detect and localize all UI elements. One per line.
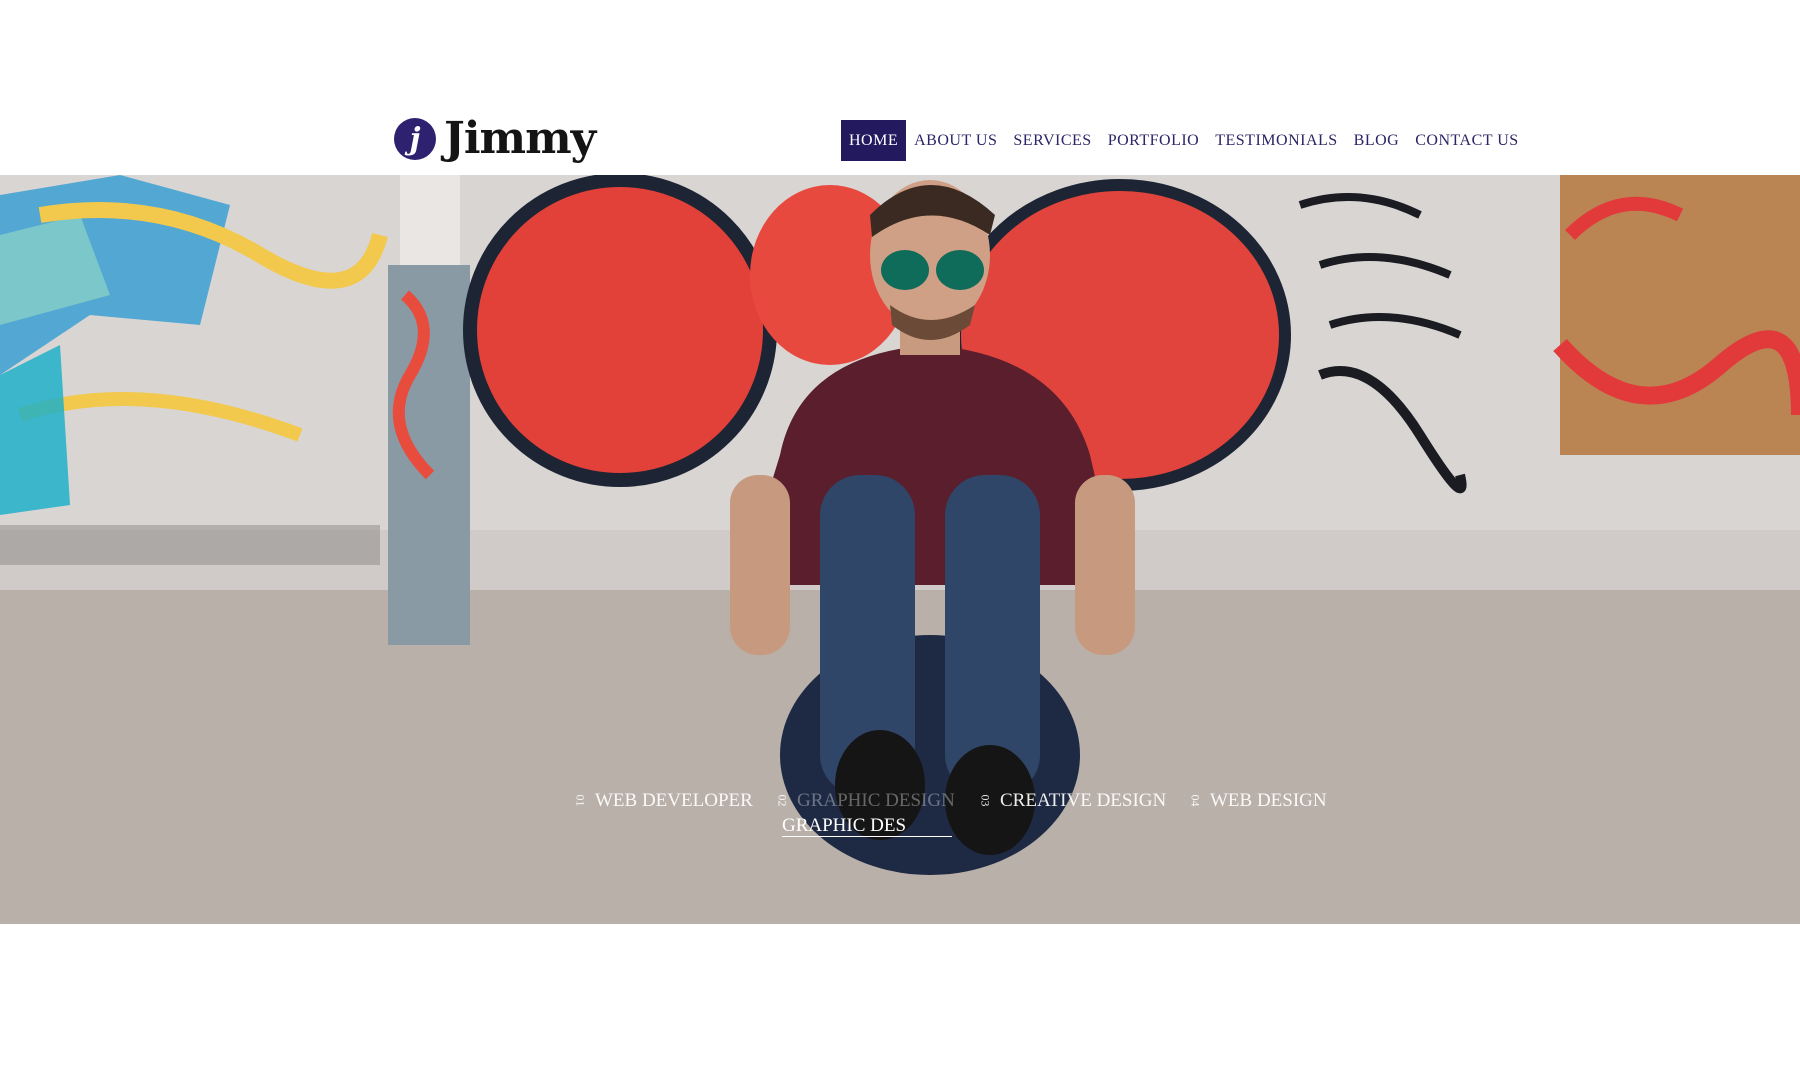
slider-tab-number: 03 — [978, 794, 993, 806]
nav-contact-us[interactable]: CONTACT US — [1407, 120, 1526, 161]
hero-slider-tabs: 01 WEB DEVELOPER 02 GRAPHIC DESIGN 03 CR… — [0, 790, 1800, 837]
slider-tab-web-developer[interactable]: 01 WEB DEVELOPER — [573, 790, 753, 812]
nav-blog[interactable]: BLOG — [1346, 120, 1408, 161]
logo-badge-icon: j — [394, 118, 436, 160]
site-header: j Jimmy HOME ABOUT US SERVICES PORTFOLIO… — [0, 0, 1800, 175]
slider-tab-number: 01 — [573, 794, 588, 806]
nav-services[interactable]: SERVICES — [1005, 120, 1099, 161]
slider-tab-label: WEB DESIGN — [1210, 790, 1327, 811]
slider-tab-label: CREATIVE DESIGN — [1000, 790, 1167, 811]
slider-tab-label: GRAPHIC DESIGN — [797, 790, 955, 811]
slider-tab-graphic-design[interactable]: 02 GRAPHIC DESIGN — [775, 790, 955, 812]
slider-tab-number: 02 — [775, 794, 790, 806]
slider-tab-number: 04 — [1188, 794, 1203, 806]
site-logo[interactable]: j Jimmy — [394, 113, 596, 165]
main-nav: HOME ABOUT US SERVICES PORTFOLIO TESTIMO… — [841, 120, 1527, 161]
slider-tab-label: WEB DEVELOPER — [595, 790, 753, 811]
nav-home[interactable]: HOME — [841, 120, 907, 161]
hero-banner: 01 WEB DEVELOPER 02 GRAPHIC DESIGN 03 CR… — [0, 175, 1800, 924]
slider-active-caption: GRAPHIC DES — [782, 816, 953, 837]
slider-tab-web-design[interactable]: 04 WEB DESIGN — [1188, 790, 1327, 812]
nav-testimonials[interactable]: TESTIMONIALS — [1207, 120, 1345, 161]
logo-text: Jimmy — [444, 113, 596, 164]
slider-tab-creative-design[interactable]: 03 CREATIVE DESIGN — [978, 790, 1167, 812]
nav-about-us[interactable]: ABOUT US — [906, 120, 1005, 161]
nav-portfolio[interactable]: PORTFOLIO — [1100, 120, 1208, 161]
